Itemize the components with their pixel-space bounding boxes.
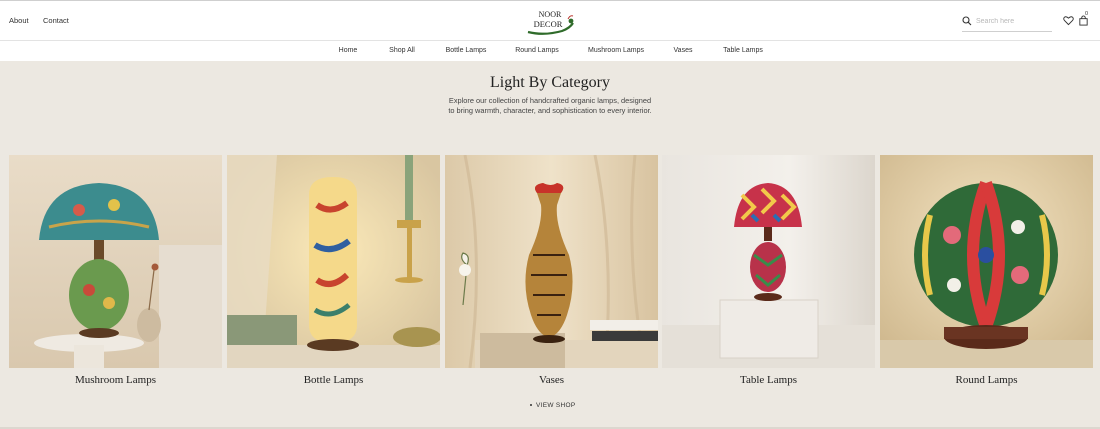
category-label[interactable]: Mushroom Lamps [9, 374, 222, 386]
logo-text-bottom: DECOR [534, 19, 563, 29]
mushroom-lamp-photo[interactable] [9, 155, 222, 368]
category-label[interactable]: Round Lamps [880, 374, 1093, 386]
bottle-lamp-photo[interactable] [227, 155, 440, 368]
nav-item-home[interactable]: Home [339, 47, 358, 54]
category-label[interactable]: Bottle Lamps [227, 374, 440, 386]
nav-item-table-lamps[interactable]: Table Lamps [723, 47, 763, 54]
nav-item-vases[interactable]: Vases [674, 47, 693, 54]
main-nav: Home Shop All Bottle Lamps Round Lamps M… [0, 40, 1100, 61]
description-line-1: Explore our collection of handcrafted or… [448, 96, 652, 105]
view-shop-link[interactable]: VIEW SHOP [530, 402, 576, 409]
category-card-mushroom-lamps[interactable]: Mushroom Lamps [9, 155, 222, 386]
description-line-2: to bring warmth, character, and sophisti… [448, 106, 652, 115]
view-shop-label[interactable]: VIEW SHOP [536, 402, 576, 409]
cart-count-badge: 0 [1085, 11, 1089, 17]
section-description: Explore our collection of handcrafted or… [440, 96, 660, 116]
contact-link[interactable]: Contact [43, 16, 69, 25]
category-card-table-lamps[interactable]: Table Lamps [662, 155, 875, 386]
table-lamp-photo[interactable] [662, 155, 875, 368]
heart-icon[interactable] [1063, 15, 1074, 26]
vase-photo[interactable] [445, 155, 658, 368]
top-header: About Contact NOOR DECOR 0 [0, 0, 1100, 40]
search-icon[interactable] [962, 16, 972, 26]
about-link[interactable]: About [9, 16, 29, 25]
category-card-bottle-lamps[interactable]: Bottle Lamps [227, 155, 440, 386]
category-label[interactable]: Table Lamps [662, 374, 875, 386]
nav-item-round-lamps[interactable]: Round Lamps [515, 47, 559, 54]
category-label[interactable]: Vases [445, 374, 658, 386]
round-lamp-photo[interactable] [880, 155, 1093, 368]
category-card-vases[interactable]: Vases [445, 155, 658, 386]
nav-item-bottle-lamps[interactable]: Bottle Lamps [446, 47, 487, 54]
nav-item-mushroom-lamps[interactable]: Mushroom Lamps [588, 47, 644, 54]
category-card-round-lamps[interactable]: Round Lamps [880, 155, 1093, 386]
bullet-icon [530, 404, 532, 407]
logo-text-top: NOOR [539, 10, 562, 19]
brand-logo[interactable]: NOOR DECOR [524, 7, 576, 35]
nav-item-shop-all[interactable]: Shop All [389, 47, 415, 54]
section-title: Light By Category [490, 74, 610, 91]
search-input[interactable] [976, 15, 1050, 27]
search-bar[interactable] [962, 13, 1052, 32]
